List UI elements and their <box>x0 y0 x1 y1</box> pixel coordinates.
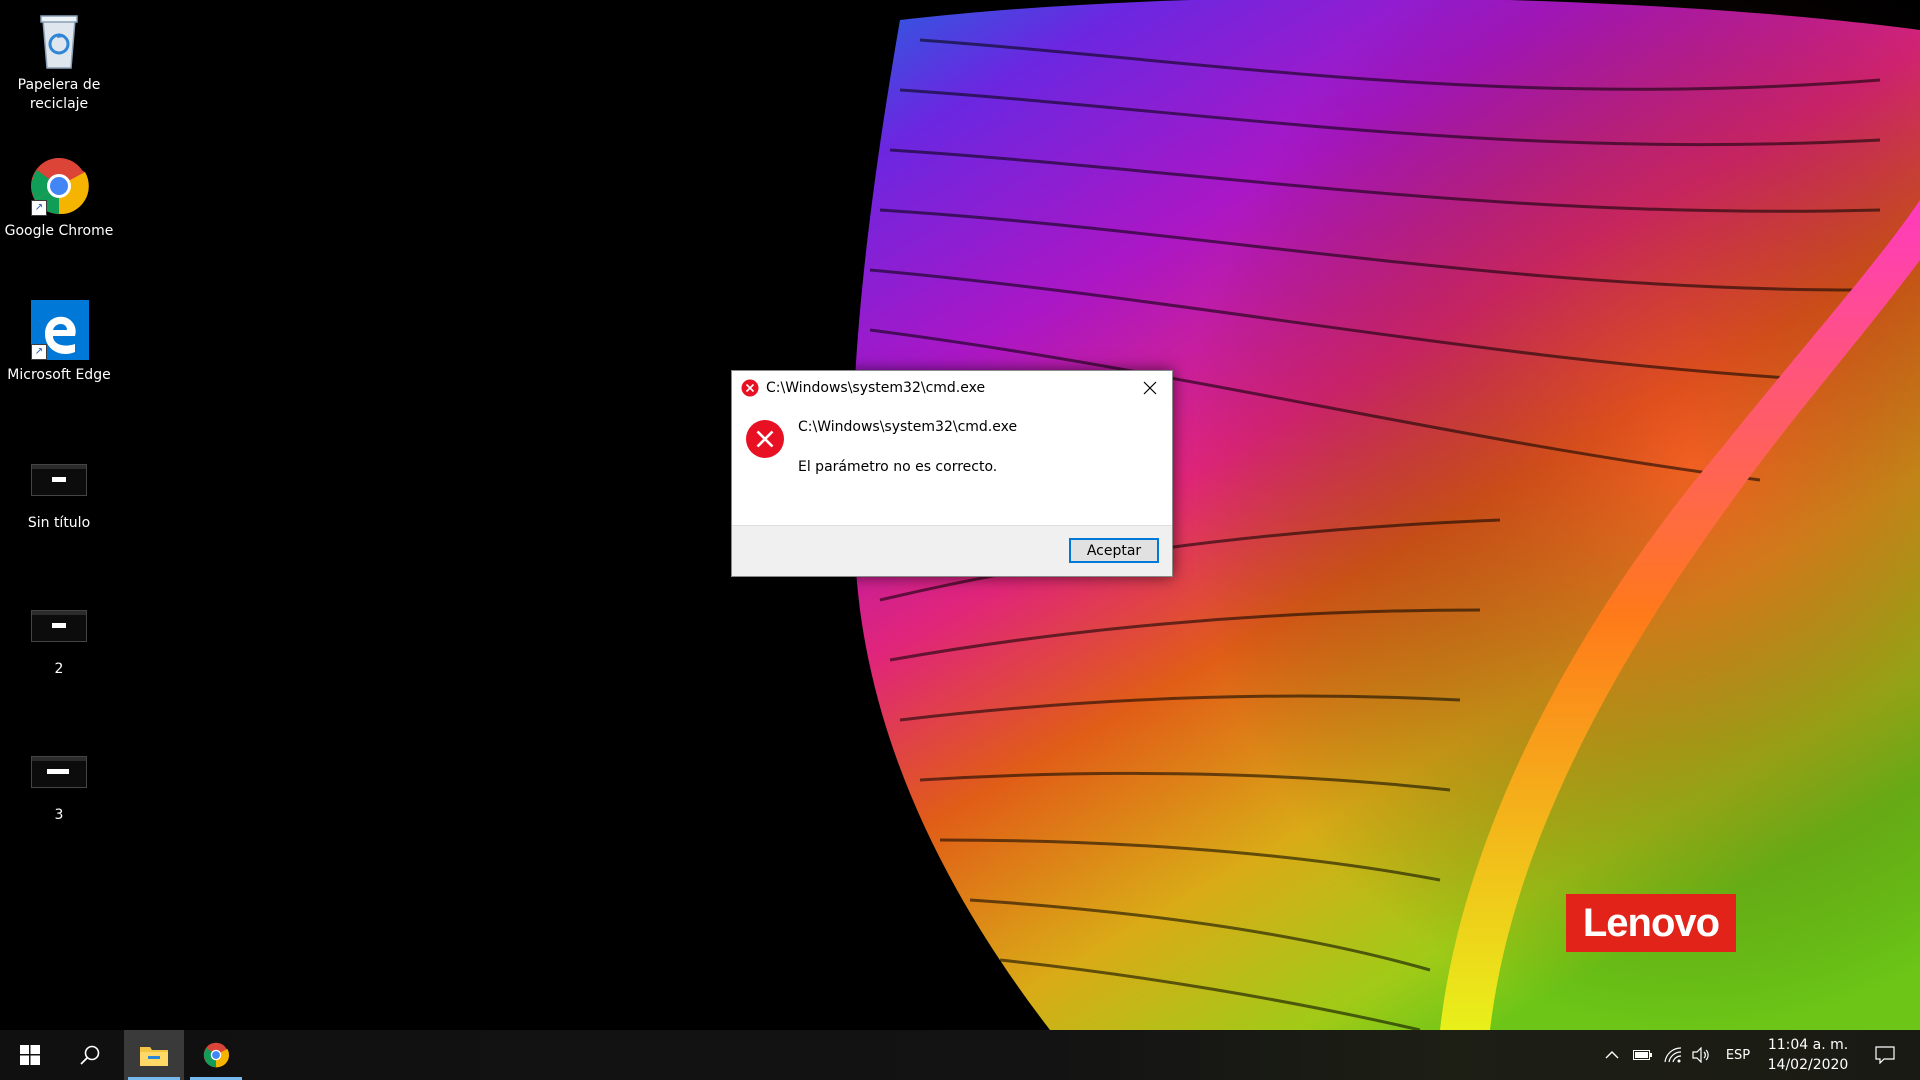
desktop-icon-recycle-bin[interactable]: Papelera de reciclaje <box>4 8 114 114</box>
error-icon <box>746 420 784 458</box>
cmd-shortcut-icon <box>27 446 91 510</box>
taskbar: ESP 11:04 a. m. 14/02/2020 <box>0 1030 1920 1080</box>
error-dialog: C:\Windows\system32\cmd.exe C:\Windows\s… <box>731 370 1173 577</box>
cmd-shortcut-icon <box>27 738 91 802</box>
error-icon <box>741 379 759 397</box>
search-button[interactable] <box>60 1030 120 1080</box>
close-icon <box>1143 381 1157 395</box>
taskbar-clock[interactable]: 11:04 a. m. 14/02/2020 <box>1756 1035 1860 1075</box>
speaker-icon <box>1692 1047 1709 1063</box>
battery-icon <box>1633 1050 1652 1060</box>
taskbar-file-explorer[interactable] <box>124 1030 184 1080</box>
desktop: Lenovo Papelera de reciclaje ↗ Google Ch… <box>0 0 1920 1030</box>
dialog-footer: Aceptar <box>732 525 1172 576</box>
desktop-icon-edge[interactable]: ↗ Microsoft Edge <box>4 298 114 385</box>
desktop-icon-3[interactable]: 3 <box>4 738 114 825</box>
network-tray-icon[interactable] <box>1658 1030 1688 1080</box>
show-hidden-icons-button[interactable] <box>1598 1030 1626 1080</box>
lenovo-logo: Lenovo <box>1566 894 1736 952</box>
desktop-icon-label: Microsoft Edge <box>7 367 111 383</box>
chevron-up-icon <box>1605 1051 1619 1059</box>
shortcut-arrow-icon: ↗ <box>31 344 47 360</box>
taskbar-chrome[interactable] <box>186 1030 246 1080</box>
edge-icon: ↗ <box>27 298 91 362</box>
dialog-title: C:\Windows\system32\cmd.exe <box>766 380 986 396</box>
recycle-bin-icon <box>27 8 91 72</box>
chrome-icon <box>203 1042 230 1068</box>
notification-icon <box>1875 1046 1895 1064</box>
action-center-button[interactable] <box>1860 1030 1910 1080</box>
clock-date: 14/02/2020 <box>1767 1057 1849 1073</box>
dialog-message-title: C:\Windows\system32\cmd.exe <box>798 419 1018 435</box>
shortcut-arrow-icon: ↗ <box>31 200 47 216</box>
clock-time: 11:04 a. m. <box>1767 1037 1849 1053</box>
volume-tray-icon[interactable] <box>1686 1030 1716 1080</box>
desktop-icon-label: 3 <box>54 807 64 823</box>
dialog-message-body: El parámetro no es correcto. <box>798 459 998 475</box>
desktop-icon-chrome[interactable]: ↗ Google Chrome <box>4 154 114 241</box>
desktop-icon-label: Google Chrome <box>4 223 114 239</box>
start-button[interactable] <box>0 1030 60 1080</box>
dialog-close-button[interactable] <box>1128 371 1172 405</box>
desktop-icon-label: 2 <box>54 661 64 677</box>
dialog-titlebar[interactable]: C:\Windows\system32\cmd.exe <box>732 371 1172 405</box>
folder-icon <box>140 1047 168 1066</box>
battery-tray-icon[interactable] <box>1628 1030 1658 1080</box>
ok-button[interactable]: Aceptar <box>1069 538 1159 563</box>
windows-logo-icon <box>20 1045 40 1065</box>
desktop-icon-sin-titulo[interactable]: Sin título <box>4 446 114 533</box>
cmd-shortcut-icon <box>27 592 91 656</box>
wifi-icon <box>1664 1047 1682 1063</box>
desktop-icon-label: Papelera de reciclaje <box>17 77 101 112</box>
search-icon <box>80 1045 100 1065</box>
desktop-icon-label: Sin título <box>27 515 91 531</box>
dialog-content: C:\Windows\system32\cmd.exe El parámetro… <box>732 405 1172 535</box>
language-indicator[interactable]: ESP <box>1718 1030 1758 1080</box>
desktop-icon-2[interactable]: 2 <box>4 592 114 679</box>
chrome-icon: ↗ <box>27 154 91 218</box>
